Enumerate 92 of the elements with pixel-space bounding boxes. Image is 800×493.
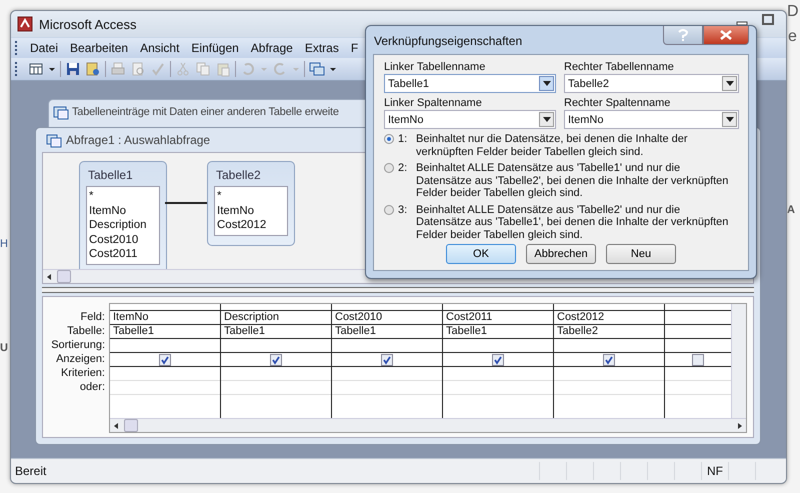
window-title: Abfrage1 : Auswahlabfrage xyxy=(66,133,210,147)
menu-item[interactable]: F xyxy=(344,41,364,55)
scroll-left-icon[interactable] xyxy=(114,422,118,428)
table-name: Tabelle1 xyxy=(87,167,134,184)
option-number: 1: xyxy=(398,133,408,146)
field-item[interactable]: Cost2010 xyxy=(89,232,157,247)
background-text: H xyxy=(0,238,8,250)
show-checkbox[interactable] xyxy=(692,354,704,366)
grid-cell[interactable]: ItemNo xyxy=(110,311,220,325)
field-item[interactable]: * xyxy=(217,189,285,204)
field-item[interactable]: Cost2011 xyxy=(89,247,157,262)
app-logo-icon xyxy=(17,16,33,32)
menu-item[interactable]: Ansicht xyxy=(134,41,186,55)
view-icon[interactable] xyxy=(28,61,44,77)
field-item[interactable]: Description xyxy=(89,218,157,232)
field-item[interactable]: ItemNo xyxy=(89,204,157,218)
menu-item[interactable]: Datei xyxy=(24,41,64,55)
show-checkbox[interactable] xyxy=(381,354,393,366)
scroll-thumb[interactable] xyxy=(124,419,138,432)
grid-cell[interactable]: Cost2010 xyxy=(332,311,442,325)
database-icon[interactable] xyxy=(85,61,101,77)
field-label: Linker Tabellenname xyxy=(384,60,486,74)
show-checkbox[interactable] xyxy=(603,354,615,366)
option-text: Beinhaltet nur die Datensätze, bei denen die Inhalte der verknüpften Felder beider Tabellen gleich sind. xyxy=(416,133,689,158)
scroll-left-icon[interactable] xyxy=(47,274,51,280)
field-item[interactable]: Cost2012 xyxy=(217,218,285,232)
row-label: oder: xyxy=(78,381,106,395)
grid-cell[interactable]: Tabelle1 xyxy=(110,325,220,339)
dropdown-field[interactable]: ItemNo xyxy=(384,110,556,129)
dropdown-field[interactable]: Tabelle2 xyxy=(564,74,739,93)
option-text: Beinhaltet ALLE Datensätze aus 'Tabelle1' und nur die Datensätze aus 'Tabelle2', bei denen die Inhalte der verknüpften Felder beider Tabellen gleich sind. xyxy=(416,162,730,200)
grid-cell[interactable]: Tabelle1 xyxy=(332,325,442,339)
close-icon xyxy=(703,26,749,45)
show-checkbox[interactable] xyxy=(270,354,282,366)
status-text: Bereit xyxy=(15,464,48,478)
background-text: e xyxy=(788,28,797,46)
menu-item[interactable]: Extras xyxy=(298,41,345,55)
pane-splitter[interactable] xyxy=(42,287,754,293)
save-icon[interactable] xyxy=(65,61,81,77)
vertical-scrollbar[interactable] xyxy=(731,304,746,418)
radio-button[interactable] xyxy=(384,163,394,173)
background-text: A xyxy=(787,204,795,216)
toolbar-grip xyxy=(15,41,20,55)
dropdown-field[interactable]: Tabelle1 xyxy=(384,74,556,93)
scroll-right-icon[interactable] xyxy=(738,422,742,428)
show-checkbox[interactable] xyxy=(159,354,171,366)
dialog-button[interactable]: Abbrechen xyxy=(526,244,596,264)
grid-cell[interactable]: Tabelle1 xyxy=(221,325,331,339)
grid-cell[interactable]: Cost2012 xyxy=(554,311,664,325)
spellcheck-icon[interactable] xyxy=(150,61,166,77)
dropdown-field[interactable]: ItemNo xyxy=(564,110,739,129)
status-indicator: NF xyxy=(701,462,728,480)
window-title: Microsoft Access xyxy=(39,16,138,32)
window-title: Tabelleneinträge mit Daten einer anderen Tabelle erweite xyxy=(72,106,339,118)
option-number: 3: xyxy=(398,204,408,216)
row-label: Anzeigen: xyxy=(55,353,106,367)
windows-icon[interactable] xyxy=(309,61,325,77)
row-label: Feld: xyxy=(80,311,106,325)
radio-button[interactable] xyxy=(384,134,394,144)
help-icon[interactable] xyxy=(663,26,703,45)
grid-cell[interactable]: Tabelle2 xyxy=(554,325,664,339)
dialog-button[interactable]: OK xyxy=(446,244,516,264)
field-label: Rechter Tabellenname xyxy=(564,60,675,74)
background-text: U xyxy=(0,342,8,354)
grid-cell[interactable]: Description xyxy=(221,311,331,325)
table-box[interactable]: Tabelle1 * ItemNo Description Cost2010 Cost2011 xyxy=(79,161,167,269)
horizontal-scrollbar[interactable] xyxy=(110,418,746,432)
option-number: 2: xyxy=(398,162,408,174)
field-label: Linker Spaltenname xyxy=(384,96,483,110)
dialog-title: Verknüpfungseigenschaften xyxy=(373,33,524,48)
background-text: D xyxy=(787,3,799,21)
radio-button[interactable] xyxy=(384,204,394,214)
row-label: Tabelle: xyxy=(66,325,106,339)
field-label: Rechter Spaltenname xyxy=(564,96,672,110)
toolbar-grip xyxy=(15,62,20,76)
menu-item[interactable]: Bearbeiten xyxy=(64,41,134,55)
table-box[interactable]: Tabelle2 * ItemNo Cost2012 xyxy=(207,161,295,246)
table-icon xyxy=(53,104,69,120)
grid-cell[interactable]: Tabelle1 xyxy=(443,325,553,339)
grid-cell[interactable]: Cost2011 xyxy=(443,311,553,325)
scroll-thumb[interactable] xyxy=(57,270,71,283)
dialog-button[interactable]: Neu xyxy=(606,244,676,264)
row-label: Kriterien: xyxy=(60,367,106,381)
menu-item[interactable]: Abfrage xyxy=(244,41,299,55)
field-item[interactable]: * xyxy=(89,189,157,204)
row-label: Sortierung: xyxy=(50,339,106,353)
query-icon xyxy=(46,132,62,148)
table-name: Tabelle2 xyxy=(215,167,262,184)
field-item[interactable]: ItemNo xyxy=(217,204,285,218)
show-checkbox[interactable] xyxy=(492,354,504,366)
menu-item[interactable]: Einfügen xyxy=(185,41,245,55)
option-text: Beinhaltet ALLE Datensätze aus 'Tabelle2' und nur die Datensätze aus 'Tabelle1', bei denen die Inhalte der verknüpften Felder beider Tabellen gleich sind. xyxy=(416,204,730,241)
